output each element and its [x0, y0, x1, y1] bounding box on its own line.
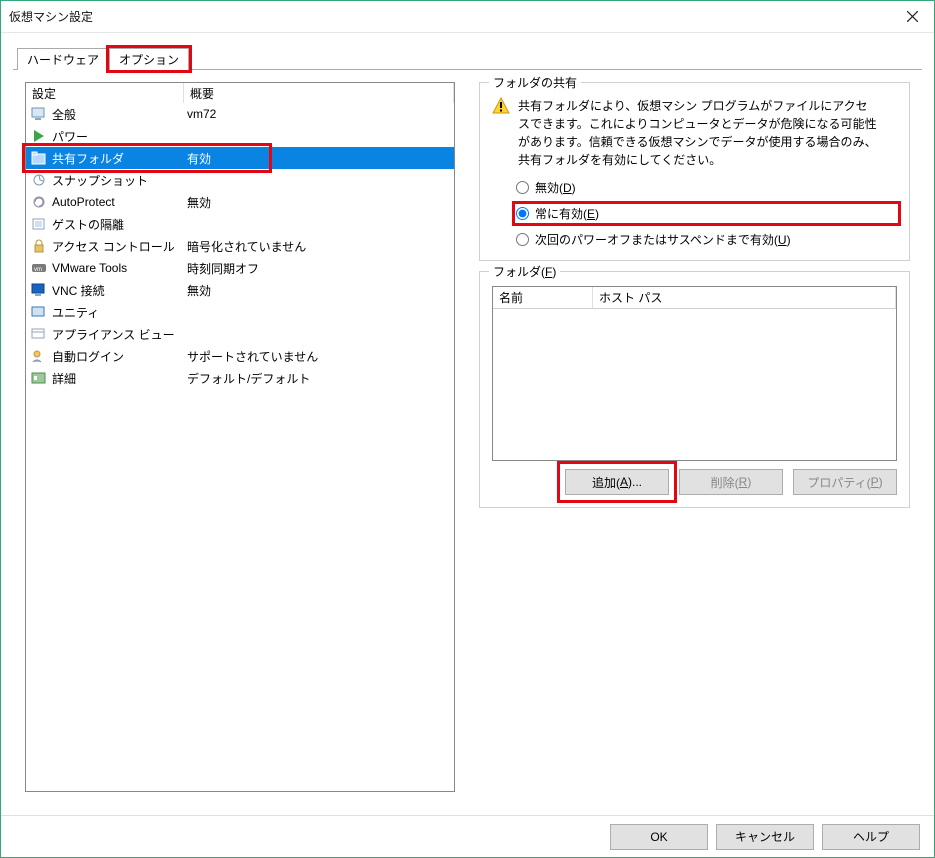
list-item-label: ユニティ — [52, 304, 99, 321]
monitor-icon — [30, 106, 48, 122]
list-item-label: VMware Tools — [52, 261, 127, 275]
unity-icon — [30, 304, 48, 320]
list-item-summary: vm72 — [185, 107, 454, 121]
col-name: 名前 — [493, 287, 593, 308]
col-setting: 設定 — [26, 83, 184, 103]
list-item-label: 全般 — [52, 106, 76, 123]
vmware-tools-icon: vm — [30, 260, 48, 276]
autoprotect-icon — [30, 194, 48, 210]
settings-list-header: 設定 概要 — [26, 83, 454, 103]
list-item-label: VNC 接続 — [52, 282, 105, 299]
play-icon — [30, 128, 48, 144]
list-item[interactable]: スナップショット — [26, 169, 454, 191]
folder-sharing-group: フォルダの共有 共有フォルダにより、仮想マシン プログラムがファイルにアクセスで… — [479, 82, 910, 261]
list-item[interactable]: vm VMware Tools 時刻同期オフ — [26, 257, 454, 279]
lock-icon — [30, 238, 48, 254]
folders-group: フォルダ(F) 名前 ホスト パス 追加(A)... 削除(R) プロパティ(P… — [479, 271, 910, 508]
folder-shared-icon — [30, 150, 48, 166]
radio-disabled-label: 無効(D) — [535, 179, 576, 196]
list-item-summary: デフォルト/デフォルト — [185, 370, 454, 387]
list-item[interactable]: ユニティ — [26, 301, 454, 323]
window-title: 仮想マシン設定 — [9, 8, 93, 25]
list-item-label: スナップショット — [52, 172, 148, 189]
list-item-summary: 時刻同期オフ — [185, 260, 454, 277]
list-item-label: アクセス コントロール — [52, 238, 175, 255]
radio-until-suspend[interactable]: 次回のパワーオフまたはサスペンドまで有効(U) — [516, 231, 897, 248]
properties-button[interactable]: プロパティ(P) — [793, 469, 897, 495]
guest-isolation-icon — [30, 216, 48, 232]
radio-always-label: 常に有効(E) — [535, 205, 599, 222]
close-icon[interactable] — [890, 1, 934, 33]
list-item-summary: 暗号化されていません — [185, 238, 454, 255]
title-bar: 仮想マシン設定 — [1, 1, 934, 33]
tab-options[interactable]: オプション — [109, 48, 189, 70]
list-item[interactable]: 全般 vm72 — [26, 103, 454, 125]
folder-sharing-legend: フォルダの共有 — [489, 74, 581, 91]
cancel-button[interactable]: キャンセル — [716, 824, 814, 850]
radio-disabled-input[interactable] — [516, 181, 529, 194]
advanced-icon — [30, 370, 48, 386]
radio-until-input[interactable] — [516, 233, 529, 246]
appliance-view-icon — [30, 326, 48, 342]
settings-list[interactable]: 設定 概要 全般 vm72 — [25, 82, 455, 792]
list-item[interactable]: AutoProtect 無効 — [26, 191, 454, 213]
list-item-summary: 有効 — [185, 150, 454, 167]
snapshot-icon — [30, 172, 48, 188]
list-item-label: ゲストの隔離 — [52, 216, 124, 233]
list-item[interactable]: アプライアンス ビュー — [26, 323, 454, 345]
list-item[interactable]: アクセス コントロール 暗号化されていません — [26, 235, 454, 257]
ok-button[interactable]: OK — [610, 824, 708, 850]
add-button[interactable]: 追加(A)... — [565, 469, 669, 495]
folders-table[interactable]: 名前 ホスト パス — [492, 286, 897, 461]
folders-legend: フォルダ(F) — [489, 263, 560, 280]
radio-always-enabled[interactable]: 常に有効(E) — [516, 205, 897, 222]
col-hostpath: ホスト パス — [593, 287, 896, 308]
list-item-label: アプライアンス ビュー — [52, 326, 175, 343]
radio-until-label: 次回のパワーオフまたはサスペンドまで有効(U) — [535, 231, 791, 248]
help-button[interactable]: ヘルプ — [822, 824, 920, 850]
warning-icon — [492, 97, 510, 115]
list-item-label: 自動ログイン — [52, 348, 124, 365]
svg-text:vm: vm — [34, 267, 42, 273]
list-item-summary: 無効 — [185, 282, 454, 299]
list-item[interactable]: VNC 接続 無効 — [26, 279, 454, 301]
radio-disabled[interactable]: 無効(D) — [516, 179, 897, 196]
list-item-label: 共有フォルダ — [52, 150, 124, 167]
list-item-label: AutoProtect — [52, 195, 115, 209]
autologin-icon — [30, 348, 48, 364]
list-item[interactable]: 自動ログイン サポートされていません — [26, 345, 454, 367]
radio-always-input[interactable] — [516, 207, 529, 220]
list-item-label: パワー — [52, 128, 88, 145]
list-item[interactable]: ゲストの隔離 — [26, 213, 454, 235]
vnc-icon — [30, 282, 48, 298]
list-item-summary: 無効 — [185, 194, 454, 211]
folders-header: 名前 ホスト パス — [493, 287, 896, 309]
col-summary: 概要 — [184, 83, 454, 103]
warning-text: 共有フォルダにより、仮想マシン プログラムがファイルにアクセスできます。これによ… — [518, 97, 878, 169]
list-item[interactable]: 共有フォルダ 有効 — [26, 147, 454, 169]
list-item[interactable]: 詳細 デフォルト/デフォルト — [26, 367, 454, 389]
list-item-summary: サポートされていません — [185, 348, 454, 365]
remove-button[interactable]: 削除(R) — [679, 469, 783, 495]
list-item-label: 詳細 — [52, 370, 76, 387]
tab-hardware[interactable]: ハードウェア — [17, 48, 109, 70]
list-item[interactable]: パワー — [26, 125, 454, 147]
